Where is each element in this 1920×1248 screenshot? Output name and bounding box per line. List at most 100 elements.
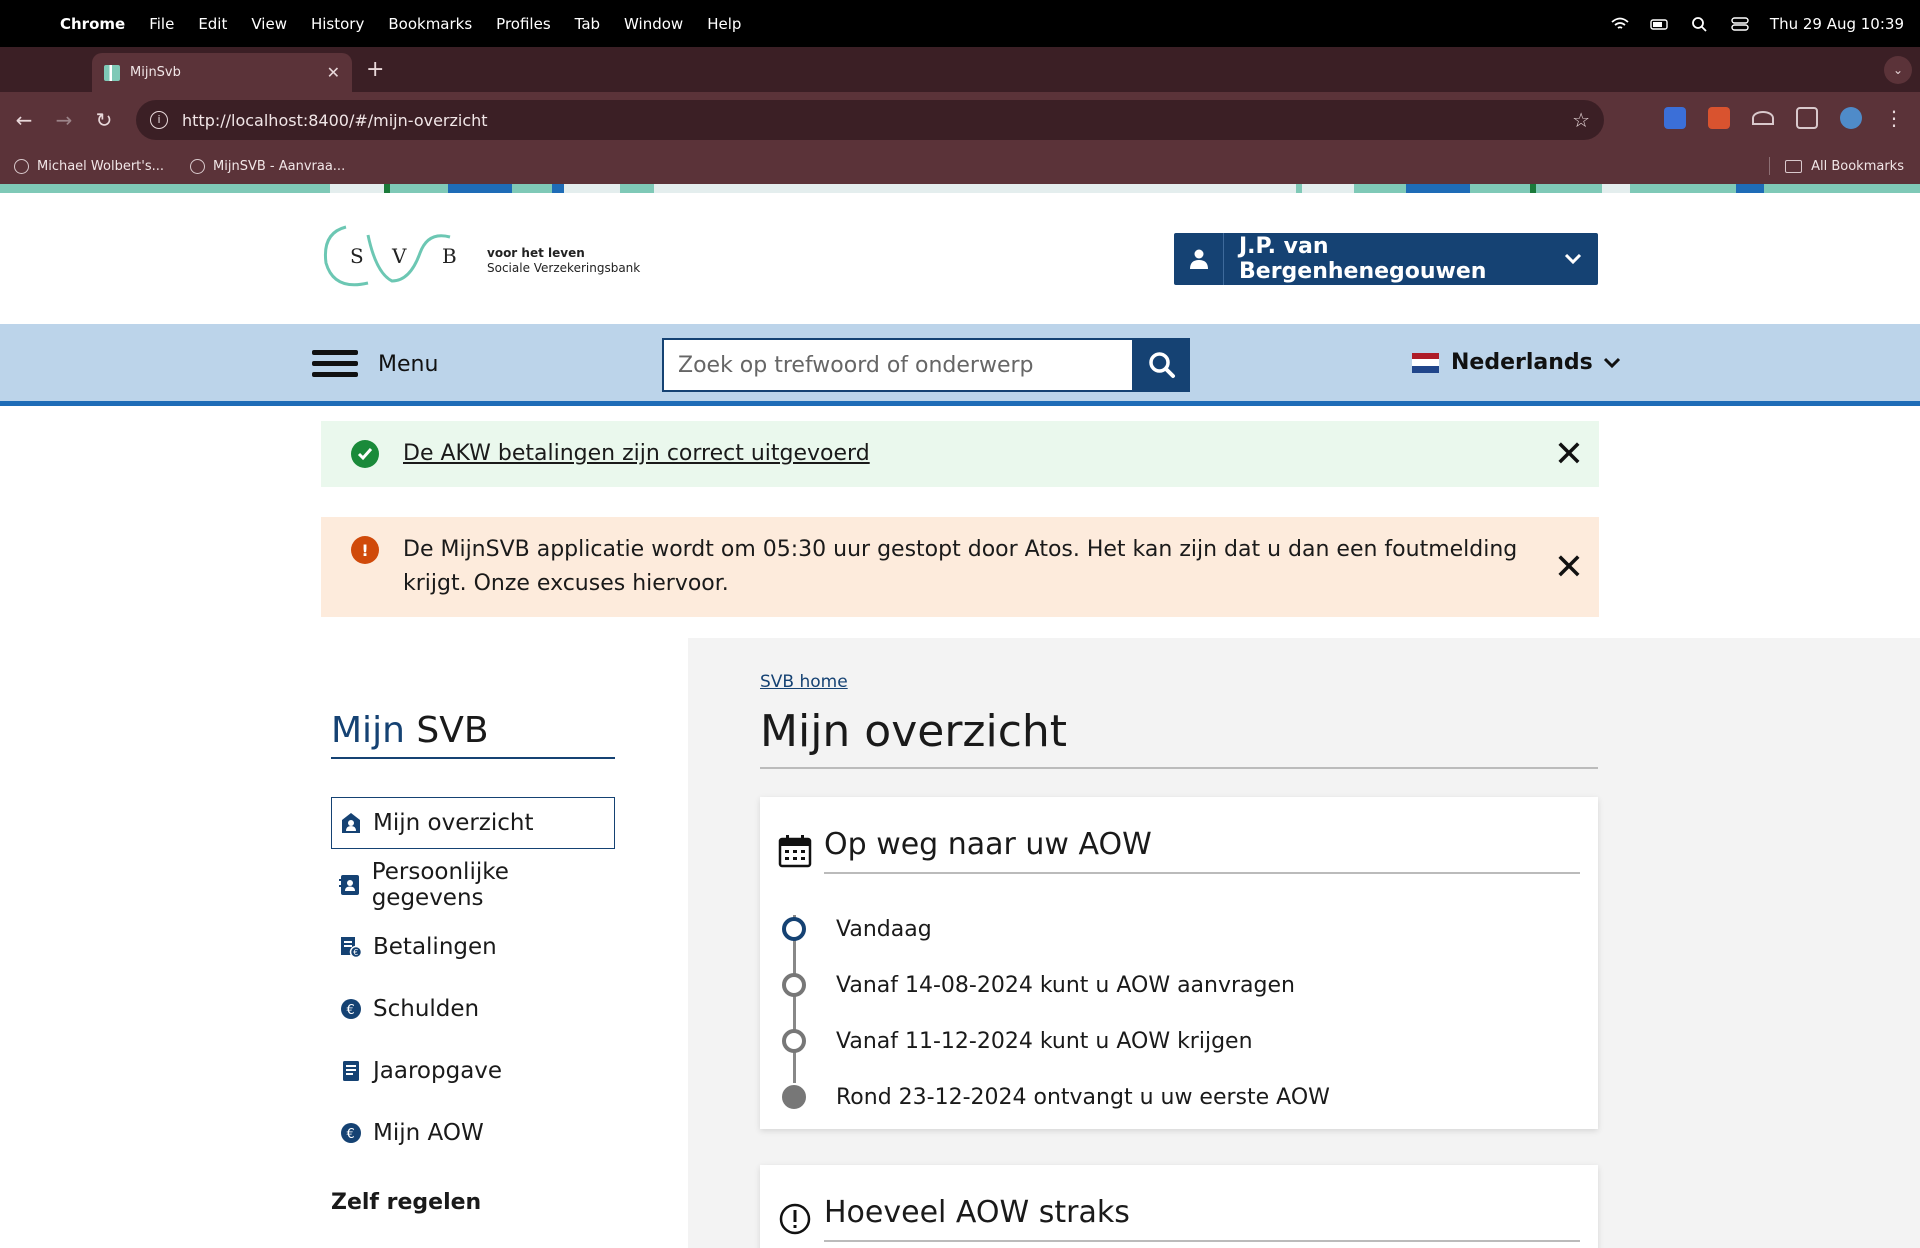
control-center-icon[interactable] <box>1730 16 1750 32</box>
bookmark-item[interactable]: Michael Wolbert's... <box>14 158 165 174</box>
tab-strip: MijnSvb ✕ + ⌄ <box>0 47 1920 92</box>
decorative-stripe <box>0 184 1920 193</box>
menu-help[interactable]: Help <box>707 15 741 33</box>
timeline-label: Rond 23-12-2024 ontvangt u uw eerste AOW <box>836 1084 1330 1110</box>
podcast-extension-icon[interactable] <box>1752 111 1774 125</box>
sidebar-item-label: Mijn overzicht <box>373 810 534 836</box>
invoice-euro-icon: € <box>339 935 363 959</box>
extension-icon[interactable] <box>1708 107 1730 129</box>
language-selector[interactable]: Nederlands <box>1412 350 1621 375</box>
aow-timeline: Vandaag Vanaf 14-08-2024 kunt u AOW aanv… <box>782 901 1330 1125</box>
aow-amount-card: Hoeveel AOW straks <box>760 1165 1598 1248</box>
page-title: Mijn overzicht <box>760 706 1598 769</box>
sidebar-item-mijn-overzicht[interactable]: Mijn overzicht <box>331 797 615 849</box>
bookmark-label: Michael Wolbert's... <box>37 158 165 174</box>
wifi-icon[interactable] <box>1610 16 1630 32</box>
search-input[interactable] <box>662 338 1134 392</box>
clock[interactable]: Thu 29 Aug 10:39 <box>1770 15 1904 33</box>
globe-icon <box>190 158 206 174</box>
timeline-item: Vanaf 14-08-2024 kunt u AOW aanvragen <box>782 957 1330 1013</box>
menu-bookmarks[interactable]: Bookmarks <box>388 15 472 33</box>
warning-alert-text: De MijnSVB applicatie wordt om 05:30 uur… <box>403 537 1518 596</box>
svg-text:€: € <box>353 948 358 957</box>
url-text[interactable]: http://localhost:8400/#/mijn-overzicht <box>182 111 1572 130</box>
timeline-item: Vanaf 11-12-2024 kunt u AOW krijgen <box>782 1013 1330 1069</box>
globe-icon <box>14 158 29 174</box>
back-arrow-icon[interactable]: ← <box>4 108 44 132</box>
logo-letter-b: B <box>442 244 457 268</box>
user-icon <box>1174 233 1224 285</box>
site-info-icon[interactable]: i <box>150 111 168 129</box>
address-bar[interactable]: i http://localhost:8400/#/mijn-overzicht… <box>136 100 1604 140</box>
calendar-icon <box>778 834 812 868</box>
logo-letter-v: V <box>391 244 407 268</box>
exclamation-circle-icon <box>778 1202 812 1236</box>
site-search <box>662 338 1190 392</box>
tab-search-chevron-icon[interactable]: ⌄ <box>1884 56 1912 84</box>
menu-file[interactable]: File <box>149 15 174 33</box>
new-tab-button[interactable]: + <box>366 57 384 82</box>
menu-view[interactable]: View <box>251 15 287 33</box>
battery-icon[interactable] <box>1650 16 1670 32</box>
menu-history[interactable]: History <box>311 15 364 33</box>
menu-edit[interactable]: Edit <box>198 15 227 33</box>
timeline-item: Rond 23-12-2024 ontvangt u uw eerste AOW <box>782 1069 1330 1125</box>
svb-logo-mark: S V B <box>323 225 457 287</box>
menu-profiles[interactable]: Profiles <box>496 15 550 33</box>
sidebar-item-label: Mijn AOW <box>373 1120 484 1146</box>
search-icon[interactable] <box>1690 16 1710 32</box>
browser-tab[interactable]: MijnSvb ✕ <box>92 53 352 92</box>
bookmark-item[interactable]: MijnSVB - Aanvraa... <box>190 158 345 174</box>
success-alert-link[interactable]: De AKW betalingen zijn correct uitgevoer… <box>403 437 1539 471</box>
check-circle-icon <box>351 440 379 468</box>
profile-avatar-icon[interactable] <box>1840 107 1862 129</box>
chevron-down-icon <box>1603 357 1620 368</box>
svb-favicon-icon <box>104 64 120 81</box>
bookmarks-bar: Michael Wolbert's... MijnSVB - Aanvraa..… <box>0 148 1920 184</box>
menu-button[interactable]: Menu <box>312 350 438 378</box>
sidebar-item-label: Persoonlijke gegevens <box>371 859 509 911</box>
search-icon <box>1149 352 1175 378</box>
all-bookmarks-button[interactable]: All Bookmarks <box>1785 148 1904 184</box>
dutch-flag-icon <box>1412 352 1439 373</box>
close-icon[interactable]: ✕ <box>1539 547 1599 588</box>
puzzle-extensions-icon[interactable] <box>1796 107 1818 129</box>
svb-logo[interactable]: S V B voor het leven Sociale Verzekering… <box>320 223 660 295</box>
hamburger-icon <box>312 350 358 378</box>
warning-alert: ! De MijnSVB applicatie wordt om 05:30 u… <box>321 517 1599 617</box>
sidebar-item-label: Schulden <box>373 996 480 1022</box>
menu-window[interactable]: Window <box>624 15 683 33</box>
language-label: Nederlands <box>1451 350 1593 375</box>
chevron-down-icon <box>1548 250 1598 269</box>
exclamation-circle-icon: ! <box>351 536 379 564</box>
bookmark-star-icon[interactable]: ☆ <box>1572 108 1590 132</box>
timeline-dot-final <box>782 1085 806 1109</box>
reload-icon[interactable]: ↻ <box>84 108 124 132</box>
breadcrumb-link[interactable]: SVB home <box>760 672 848 692</box>
tab-title: MijnSvb <box>130 65 181 80</box>
logo-tagline: voor het leven <box>487 246 585 260</box>
forward-arrow-icon[interactable]: → <box>44 108 84 132</box>
app-name[interactable]: Chrome <box>60 15 125 33</box>
user-menu-button[interactable]: J.P. van Bergenhenegouwen <box>1174 233 1598 285</box>
sidebar-title-mijn: Mijn <box>331 710 405 751</box>
sidebar-item-mijn-aow[interactable]: € Mijn AOW <box>331 1107 615 1159</box>
all-bookmarks-label: All Bookmarks <box>1811 158 1904 174</box>
timeline-label: Vanaf 11-12-2024 kunt u AOW krijgen <box>836 1028 1253 1054</box>
menu-tab[interactable]: Tab <box>575 15 600 33</box>
sidebar-item-schulden[interactable]: € Schulden <box>331 983 615 1035</box>
sidebar-item-betalingen[interactable]: € Betalingen <box>331 921 615 973</box>
close-tab-icon[interactable]: ✕ <box>327 63 340 82</box>
sidebar-item-label: Jaaropgave <box>373 1058 503 1084</box>
search-button[interactable] <box>1134 338 1190 392</box>
translate-extension-icon[interactable] <box>1664 107 1686 129</box>
sidebar-item-jaaropgave[interactable]: Jaaropgave <box>331 1045 615 1097</box>
close-icon[interactable]: ✕ <box>1539 434 1599 475</box>
browser-menu-icon[interactable]: ⋮ <box>1884 106 1904 130</box>
timeline-dot <box>782 1029 806 1053</box>
timeline-dot-current <box>782 917 806 941</box>
person-home-icon <box>339 811 363 835</box>
user-name: J.P. van Bergenhenegouwen <box>1239 234 1487 284</box>
sidebar-item-persoonlijke-gegevens[interactable]: Persoonlijke gegevens <box>331 859 615 911</box>
euro-circle-icon: € <box>339 1121 363 1145</box>
